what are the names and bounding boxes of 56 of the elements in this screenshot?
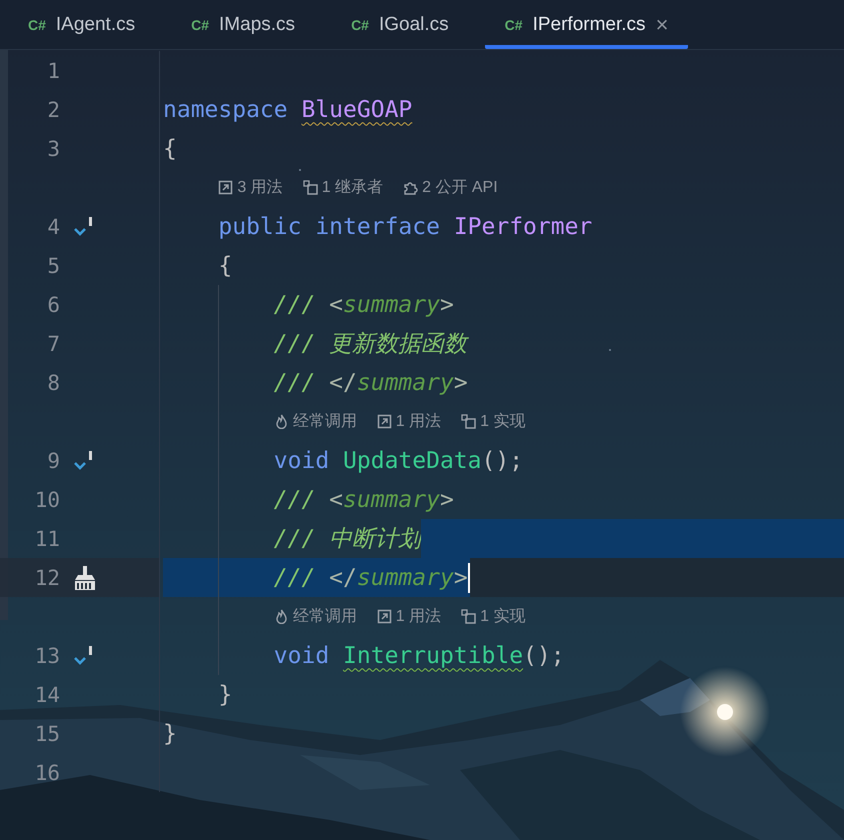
line-number: 16 <box>34 760 60 784</box>
code-line: /// <summary> <box>274 486 454 512</box>
close-icon[interactable]: × <box>656 14 668 36</box>
code-line: } <box>218 682 232 708</box>
line-number: 10 <box>34 488 60 512</box>
editor-tab[interactable]: C# IAgent.cs <box>8 0 156 49</box>
code-hint[interactable]: 1 继承者 <box>302 177 384 198</box>
hierarchy-icon <box>302 180 318 195</box>
line-number: 7 <box>46 332 60 356</box>
line-number: 4 <box>46 214 60 238</box>
code-line: /// 更新数据函数 <box>274 330 468 359</box>
arrow-box-icon <box>376 414 392 429</box>
editor-tab[interactable]: C# IGoal.cs <box>331 0 469 49</box>
line-number: 12 <box>34 566 60 590</box>
code-hint[interactable]: 3 用法 <box>218 177 283 198</box>
line-number: 8 <box>46 370 60 394</box>
code-line: /// <summary> <box>274 292 454 318</box>
line-number: 1 <box>46 58 60 82</box>
hierarchy-icon <box>461 609 476 624</box>
code-hint[interactable]: 经常调用 <box>274 411 357 432</box>
editor-tab[interactable]: C# IMaps.cs <box>171 0 316 49</box>
chevron-icon <box>72 644 94 668</box>
code-hint[interactable]: 1 用法 <box>376 606 442 627</box>
code-line: namespace BlueGOAP <box>163 96 412 122</box>
line-number: 13 <box>34 644 60 668</box>
code-hint[interactable]: 1 用法 <box>376 411 442 432</box>
line-number: 5 <box>46 254 60 278</box>
code-line: void Interruptible(); <box>274 642 565 668</box>
line-number: 3 <box>46 136 60 160</box>
flame-icon <box>274 609 289 624</box>
line-number: 6 <box>46 292 60 316</box>
brush-icon <box>72 564 98 590</box>
puzzle-icon <box>403 180 418 195</box>
arrow-box-icon <box>376 609 392 624</box>
code-line: public interface IPerformer <box>218 214 592 240</box>
arrow-box-icon <box>218 180 234 195</box>
code-line: { <box>163 136 177 162</box>
code-line: /// </summary> <box>274 370 468 396</box>
line-number: 9 <box>46 448 60 472</box>
code-line: void UpdateData(); <box>274 448 524 474</box>
scrollbar[interactable] <box>0 50 8 620</box>
code-hint[interactable]: 2 公开 API <box>403 177 498 198</box>
code-line: { <box>218 252 232 278</box>
code-hint[interactable]: 1 实现 <box>461 606 526 627</box>
code-line: /// </summary> <box>274 564 468 590</box>
line-number: 2 <box>46 98 60 122</box>
code-hint[interactable]: 经常调用 <box>274 606 357 627</box>
line-number: 14 <box>34 682 60 706</box>
line-number: 11 <box>34 526 60 550</box>
code-hint[interactable]: 1 实现 <box>461 411 526 432</box>
chevron-icon <box>72 448 94 472</box>
hierarchy-icon <box>461 414 476 429</box>
flame-icon <box>274 414 289 429</box>
code-line: } <box>163 720 177 746</box>
chevron-icon <box>72 214 94 238</box>
line-number: 15 <box>34 722 60 746</box>
